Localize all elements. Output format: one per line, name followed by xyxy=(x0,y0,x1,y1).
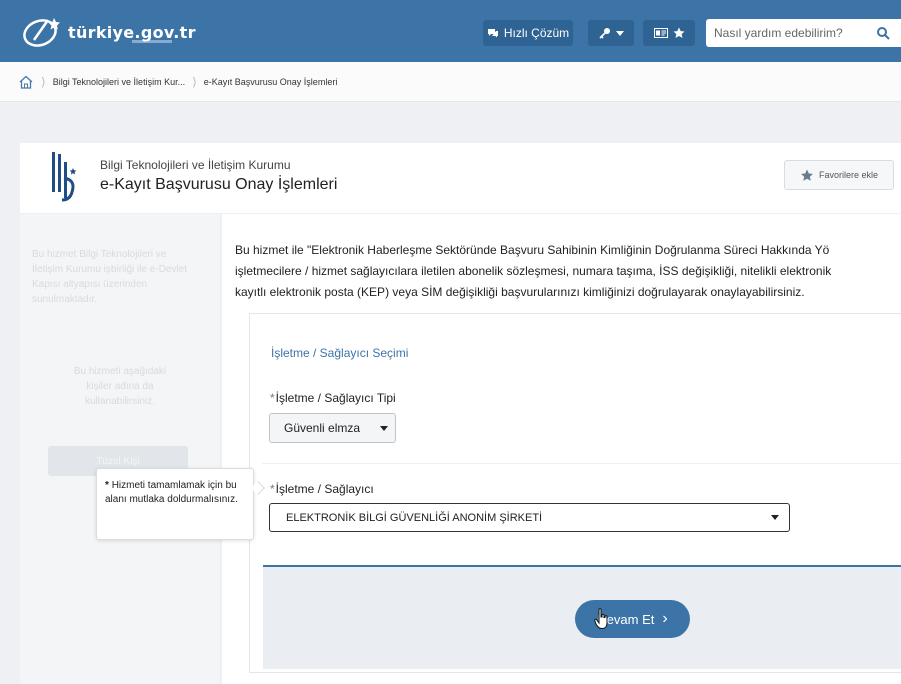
quick-solution-button[interactable]: Hızlı Çözüm xyxy=(483,20,573,46)
quick-solution-label: Hızlı Çözüm xyxy=(503,26,570,40)
provider-label-text: İşletme / Sağlayıcı xyxy=(275,482,374,496)
legal-entity-label: Tüzel Kişi xyxy=(96,455,140,467)
institution-name: Bilgi Teknolojileri ve İletişim Kurumu xyxy=(100,158,291,172)
provider-type-label: *İşletme / Sağlayıcı Tipi xyxy=(270,391,396,405)
star-icon xyxy=(801,169,813,181)
provider-type-select[interactable]: Güvenli elmza xyxy=(269,413,396,443)
card-favorites-button[interactable] xyxy=(643,20,695,46)
breadcrumb-separator: ⟩ xyxy=(192,74,197,89)
provider-value: ELEKTRONİK BİLGİ GÜVENLİĞİ ANONİM ŞİRKET… xyxy=(286,511,543,524)
page-spacer xyxy=(0,103,901,143)
home-icon[interactable] xyxy=(18,75,34,89)
required-marker: * xyxy=(270,482,275,496)
chevron-down-icon xyxy=(380,426,388,431)
description-line: kayıtlı elektronik posta (KEP) veya SİM … xyxy=(235,285,805,299)
logo-emblem-icon xyxy=(23,18,60,47)
chat-icon xyxy=(487,29,498,38)
chevron-down-icon xyxy=(771,515,779,520)
key-menu-button[interactable] xyxy=(588,20,634,46)
required-marker: * xyxy=(270,391,275,405)
tooltip-text: Hizmeti tamamlamak için bu alanı mutlaka… xyxy=(105,480,238,505)
add-favorite-button[interactable]: Favorilere ekle xyxy=(784,160,894,190)
page-title: e-Kayıt Başvurusu Onay İşlemleri xyxy=(100,176,338,193)
breadcrumb-separator: ⟩ xyxy=(41,74,46,89)
service-description: Bu hizmet ile "Elektronik Haberleşme Sek… xyxy=(235,240,901,303)
provider-select[interactable]: ELEKTRONİK BİLGİ GÜVENLİĞİ ANONİM ŞİRKET… xyxy=(269,503,790,532)
search-input[interactable]: Nasıl yardım edebilirim? xyxy=(714,26,876,40)
description-line: Bu hizmet ile "Elektronik Haberleşme Sek… xyxy=(235,243,830,257)
provider-label: *İşletme / Sağlayıcı xyxy=(270,482,374,496)
add-favorite-label: Favorilere ekle xyxy=(818,170,879,180)
breadcrumb: ⟩ Bilgi Teknolojileri ve İletişim Kur...… xyxy=(0,62,901,102)
breadcrumb-item-current: e-Kayıt Başvurusu Onay İşlemleri xyxy=(203,76,338,87)
turkiye-gov-logo[interactable]: türkiye.gov.tr xyxy=(20,14,196,50)
logo-text: türkiye.gov.tr xyxy=(68,22,196,42)
breadcrumb-item-institution[interactable]: Bilgi Teknolojileri ve İletişim Kur... xyxy=(53,77,185,87)
required-field-tooltip: * Hizmeti tamamlamak için bu alanı mutla… xyxy=(96,468,254,540)
id-card-icon xyxy=(653,28,668,38)
sidebar-info-text: Bu hizmet Bilgi Teknolojileri ve İletişi… xyxy=(32,249,188,305)
provider-type-value: Güvenli elmza xyxy=(284,421,361,435)
divider xyxy=(262,463,901,464)
required-marker: * xyxy=(105,480,109,491)
continue-button[interactable]: Devam Et › xyxy=(575,600,690,638)
star-icon xyxy=(673,27,684,38)
key-icon xyxy=(598,28,610,39)
chevron-right-icon: › xyxy=(662,610,668,627)
sidebar-on-behalf-text: Bu hizmeti aşağıdaki kişiler adına da ku… xyxy=(73,366,167,407)
logo-subtitle xyxy=(132,40,172,43)
chevron-down-icon xyxy=(615,30,624,36)
hand-cursor-icon xyxy=(594,608,608,630)
btk-logo-icon xyxy=(52,152,77,202)
section-title: İşletme / Sağlayıcı Seçimi xyxy=(271,346,409,360)
search-icon[interactable] xyxy=(876,26,890,40)
description-line: işletmecilere / hizmet sağlayıcılara ile… xyxy=(235,264,832,278)
provider-type-label-text: İşletme / Sağlayıcı Tipi xyxy=(275,391,396,405)
search-box[interactable]: Nasıl yardım edebilirim? xyxy=(706,19,901,47)
